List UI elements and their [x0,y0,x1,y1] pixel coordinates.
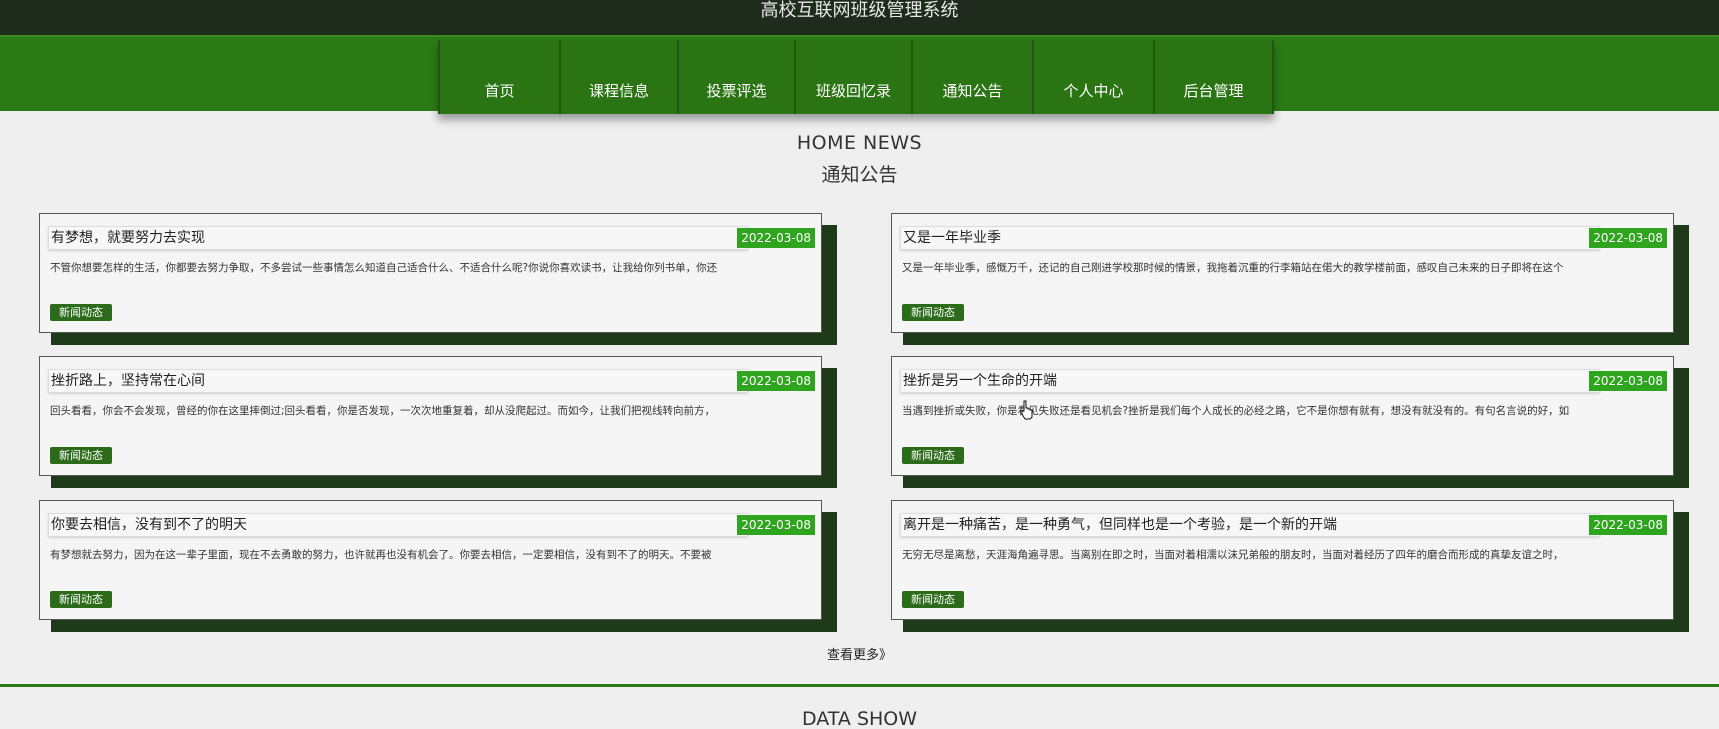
nav-item-memories[interactable]: 班级回忆录 [794,40,911,114]
news-card[interactable]: 挫折是另一个生命的开端 2022-03-08 当遇到挫折或失败，你是看见失败还是… [891,356,1689,488]
main-nav-bar: 首页 课程信息 投票评选 班级回忆录 通知公告 个人中心 后台管理 [0,35,1719,114]
nav-item-profile[interactable]: 个人中心 [1032,40,1153,114]
view-more-link[interactable]: 查看更多》 [0,644,1719,663]
news-category-tag[interactable]: 新闻动态 [50,304,112,321]
news-category-tag[interactable]: 新闻动态 [902,591,964,608]
news-card-body[interactable]: 又是一年毕业季 2022-03-08 又是一年毕业季，感慨万千，还记的自己刚进学… [891,213,1674,333]
section-title-cn: 通知公告 [821,164,898,186]
nav-item-notices[interactable]: 通知公告 [911,40,1032,114]
nav-item-home[interactable]: 首页 [438,40,559,114]
news-title[interactable]: 挫折是另一个生命的开端 [900,369,1600,393]
news-title[interactable]: 离开是一种痛苦，是一种勇气，但同样也是一个考验，是一个新的开端 [900,513,1600,537]
news-card[interactable]: 又是一年毕业季 2022-03-08 又是一年毕业季，感慨万千，还记的自己刚进学… [891,213,1689,345]
news-date-badge: 2022-03-08 [737,228,815,248]
news-summary: 回头看看，你会不会发现，曾经的你在这里摔倒过;回头看看，你是否发现，一次次地重复… [50,405,716,417]
news-date-badge: 2022-03-08 [1589,515,1667,535]
news-card-body[interactable]: 挫折是另一个生命的开端 2022-03-08 当遇到挫折或失败，你是看见失败还是… [891,356,1674,476]
nav-item-voting[interactable]: 投票评选 [677,40,794,114]
news-summary: 有梦想就去努力，因为在这一辈子里面，现在不去勇敢的努力，也许就再也没有机会了。你… [50,549,712,561]
news-card[interactable]: 有梦想，就要努力去实现 2022-03-08 不管你想要怎样的生活，你都要去努力… [39,213,837,345]
news-summary: 当遇到挫折或失败，你是看见失败还是看见机会?挫折是我们每个人成长的必经之路，它不… [902,405,1570,417]
section-divider [0,684,1719,687]
news-card-body[interactable]: 你要去相信，没有到不了的明天 2022-03-08 有梦想就去努力，因为在这一辈… [39,500,822,620]
news-title[interactable]: 你要去相信，没有到不了的明天 [48,513,748,537]
news-card-body[interactable]: 离开是一种痛苦，是一种勇气，但同样也是一个考验，是一个新的开端 2022-03-… [891,500,1674,620]
main-nav-menu: 首页 课程信息 投票评选 班级回忆录 通知公告 个人中心 后台管理 [438,40,1274,114]
news-card[interactable]: 离开是一种痛苦，是一种勇气，但同样也是一个考验，是一个新的开端 2022-03-… [891,500,1689,632]
news-card-body[interactable]: 有梦想，就要努力去实现 2022-03-08 不管你想要怎样的生活，你都要去努力… [39,213,822,333]
news-category-tag[interactable]: 新闻动态 [50,447,112,464]
news-category-tag[interactable]: 新闻动态 [902,447,964,464]
news-date-badge: 2022-03-08 [737,371,815,391]
news-card-body[interactable]: 挫折路上，坚持常在心间 2022-03-08 回头看看，你会不会发现，曾经的你在… [39,356,822,476]
section-title-en: HOME NEWS [796,132,923,154]
news-date-badge: 2022-03-08 [737,515,815,535]
news-title[interactable]: 有梦想，就要努力去实现 [48,226,748,250]
data-show-heading: DATA SHOW [801,708,918,729]
news-title[interactable]: 挫折路上，坚持常在心间 [48,369,748,393]
news-summary: 无穷无尽是离愁，天涯海角遍寻思。当离别在即之时，当面对着相濡以沫兄弟般的朋友时，… [902,549,1564,561]
nav-item-courses[interactable]: 课程信息 [559,40,677,114]
news-summary: 又是一年毕业季，感慨万千，还记的自己刚进学校那时候的情景，我拖着沉重的行李箱站在… [902,262,1564,274]
news-category-tag[interactable]: 新闻动态 [902,304,964,321]
hand-cursor-icon [1021,400,1033,420]
news-card[interactable]: 你要去相信，没有到不了的明天 2022-03-08 有梦想就去努力，因为在这一辈… [39,500,837,632]
header-bar: 高校互联网班级管理系统 [0,0,1719,35]
news-date-badge: 2022-03-08 [1589,228,1667,248]
nav-item-admin[interactable]: 后台管理 [1153,40,1274,114]
news-card[interactable]: 挫折路上，坚持常在心间 2022-03-08 回头看看，你会不会发现，曾经的你在… [39,356,837,488]
news-date-badge: 2022-03-08 [1589,371,1667,391]
news-title[interactable]: 又是一年毕业季 [900,226,1600,250]
news-category-tag[interactable]: 新闻动态 [50,591,112,608]
site-title: 高校互联网班级管理系统 [760,0,959,21]
news-summary: 不管你想要怎样的生活，你都要去努力争取，不多尝试一些事情怎么知道自己适合什么、不… [50,262,718,274]
